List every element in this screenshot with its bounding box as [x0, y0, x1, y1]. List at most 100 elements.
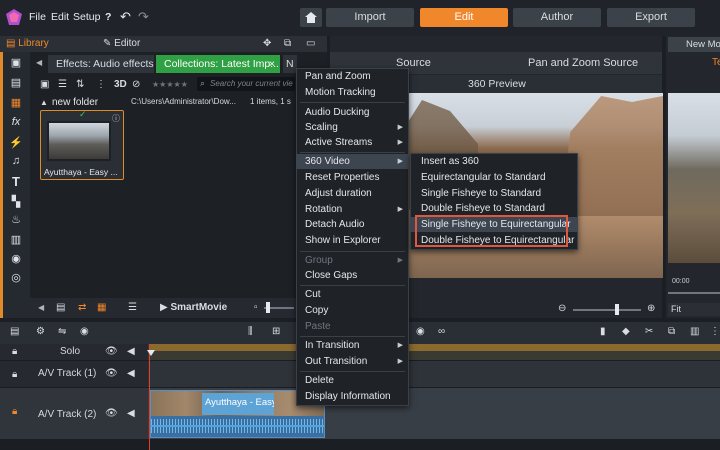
- submenu-item-double-fisheye-to-standard[interactable]: Double Fisheye to Standard: [410, 201, 578, 216]
- 3d-filter-button[interactable]: 3D: [114, 79, 127, 90]
- tab-import[interactable]: Import: [326, 8, 414, 27]
- menu-item-delete[interactable]: Delete: [296, 373, 409, 388]
- undo-icon[interactable]: ↶: [120, 9, 131, 25]
- piano-icon[interactable]: ▥: [9, 233, 23, 246]
- tracks-icon[interactable]: ▤: [10, 326, 19, 337]
- zoom-in-preview-icon[interactable]: ⊕: [647, 303, 655, 314]
- sound-effects-icon[interactable]: ♨: [9, 213, 23, 226]
- home-button[interactable]: [300, 8, 322, 27]
- eye-icon[interactable]: 👁︎: [105, 346, 118, 357]
- library-clip-thumbnail[interactable]: ✓ ⓘ Ayutthaya - Easy ...: [40, 109, 124, 180]
- preview-360-tab[interactable]: 360 Preview: [410, 75, 662, 93]
- player-tab[interactable]: New Mo: [668, 37, 720, 52]
- media-icon[interactable]: ▣: [9, 56, 23, 69]
- split-icon[interactable]: ⊞: [272, 326, 280, 337]
- menu-item-360-video[interactable]: 360 Video ▶: [296, 154, 409, 169]
- submenu-item-insert-as-360[interactable]: Insert as 360: [410, 154, 578, 169]
- speaker-icon[interactable]: ◀: [127, 346, 135, 357]
- menu-file[interactable]: File: [29, 11, 46, 23]
- list-view-icon[interactable]: ☰: [58, 79, 67, 90]
- editor-tab[interactable]: ✎ Editor: [103, 38, 140, 49]
- track-name-av2[interactable]: A/V Track (2): [38, 409, 96, 420]
- menu-item-copy[interactable]: Copy: [296, 303, 409, 318]
- list-mode-icon[interactable]: ☰: [128, 302, 137, 313]
- preview-zoom-slider[interactable]: [573, 309, 641, 311]
- app-logo-icon[interactable]: [6, 9, 22, 25]
- menu-item-adjust-duration[interactable]: Adjust duration: [296, 186, 409, 201]
- panel-layout-icon[interactable]: ▭: [306, 38, 315, 49]
- collapse-icon[interactable]: ◀: [38, 303, 44, 312]
- menu-edit[interactable]: Edit: [51, 11, 69, 23]
- menu-item-paste[interactable]: Paste: [296, 319, 409, 334]
- tab-pan-zoom-source[interactable]: Pan and Zoom Source: [528, 57, 638, 69]
- menu-item-active-streams[interactable]: Active Streams ▶: [296, 135, 409, 150]
- disc-icon[interactable]: ◎: [9, 271, 23, 284]
- voice-icon[interactable]: ◉: [9, 252, 23, 265]
- menu-item-in-transition[interactable]: In Transition ▶: [296, 338, 409, 353]
- tab-effects-audio[interactable]: Effects: Audio effects: [48, 55, 154, 73]
- search-input[interactable]: ⌕ Search your current view: [197, 77, 295, 91]
- lock-icon[interactable]: 🔒︎: [12, 346, 17, 357]
- menu-item-out-transition[interactable]: Out Transition ▶: [296, 354, 409, 369]
- smartmovie-button[interactable]: ▶ SmartMovie: [160, 302, 227, 313]
- zoom-out-icon[interactable]: ▫: [254, 302, 258, 313]
- back-icon[interactable]: ◀: [36, 58, 42, 67]
- menu-item-audio-ducking[interactable]: Audio Ducking: [296, 105, 409, 120]
- menu-item-reset-properties[interactable]: Reset Properties: [296, 170, 409, 185]
- speaker-icon[interactable]: ◀: [127, 408, 135, 419]
- redo-icon[interactable]: ↷: [138, 9, 149, 25]
- fit-select[interactable]: Fit: [668, 303, 720, 316]
- eye-icon[interactable]: 👁︎: [105, 408, 118, 419]
- copy-tool-icon[interactable]: ⧉: [668, 326, 675, 337]
- trim-icon[interactable]: ✂: [645, 326, 653, 337]
- music-icon[interactable]: ♫: [9, 155, 23, 167]
- sort-icon[interactable]: ⇅: [76, 79, 84, 90]
- storage-icon[interactable]: ▤: [56, 302, 65, 313]
- tab-author[interactable]: Author: [513, 8, 601, 27]
- lock-icon[interactable]: 🔒︎: [12, 369, 17, 380]
- stack-icon[interactable]: ▦: [9, 96, 23, 109]
- grid-view-icon[interactable]: ▦: [97, 302, 106, 313]
- menu-item-scaling[interactable]: Scaling ▶: [296, 120, 409, 135]
- menu-setup[interactable]: Setup: [73, 11, 100, 23]
- title-icon[interactable]: T: [9, 174, 23, 189]
- delete-icon[interactable]: ▥: [690, 326, 699, 337]
- eye-icon[interactable]: 👁︎: [105, 368, 118, 379]
- track-name-av1[interactable]: A/V Track (1): [38, 368, 96, 379]
- menu-item-display-information[interactable]: Display Information: [296, 389, 409, 404]
- tab-edit[interactable]: Edit: [420, 8, 508, 27]
- options-icon[interactable]: ⋮: [710, 326, 720, 337]
- tag-icon[interactable]: ⊘: [132, 79, 140, 90]
- folder-view-icon[interactable]: ▣: [40, 79, 49, 90]
- sync-icon[interactable]: ⇄: [78, 302, 86, 313]
- tab-more[interactable]: N: [283, 55, 297, 73]
- player-scrubber[interactable]: [668, 292, 720, 294]
- slider-handle[interactable]: [266, 302, 270, 313]
- rating-stars[interactable]: ★★★★★: [152, 80, 188, 89]
- info-icon[interactable]: ⓘ: [112, 113, 120, 124]
- filter-icon[interactable]: ⋮: [96, 79, 106, 90]
- tab-export[interactable]: Export: [607, 8, 695, 27]
- effects-icon[interactable]: fx: [9, 116, 23, 128]
- up-arrow-icon[interactable]: ▲: [40, 98, 48, 107]
- record-icon[interactable]: ◉: [80, 326, 89, 337]
- submenu-item-equirect-to-standard[interactable]: Equirectangular to Standard: [410, 170, 578, 185]
- menu-item-pan-zoom[interactable]: Pan and Zoom: [296, 69, 409, 84]
- projects-icon[interactable]: ▤: [9, 76, 23, 89]
- folder-name[interactable]: new folder: [52, 97, 98, 108]
- preview-zoom-handle[interactable]: [615, 304, 619, 315]
- timeline-mode-icon[interactable]: ⇋: [58, 326, 66, 337]
- transitions-icon[interactable]: ⚡: [9, 136, 23, 149]
- marker-icon[interactable]: ◆: [622, 326, 630, 337]
- zoom-out-preview-icon[interactable]: ⊖: [558, 303, 566, 314]
- library-tab[interactable]: ▤ Library: [6, 38, 49, 49]
- close-tab-icon[interactable]: ×: [269, 55, 275, 73]
- disc-tool-icon[interactable]: ◉: [416, 326, 425, 337]
- link-icon[interactable]: ∞: [438, 326, 445, 337]
- submenu-item-single-fisheye-to-standard[interactable]: Single Fisheye to Standard: [410, 186, 578, 201]
- copy-icon[interactable]: ⧉: [284, 38, 291, 49]
- menu-item-motion-tracking[interactable]: Motion Tracking: [296, 85, 409, 100]
- tab-collections-latest[interactable]: Collections: Latest Imp... ×: [156, 55, 280, 73]
- montage-icon[interactable]: ▚: [9, 195, 23, 208]
- menu-item-close-gaps[interactable]: Close Gaps: [296, 268, 409, 283]
